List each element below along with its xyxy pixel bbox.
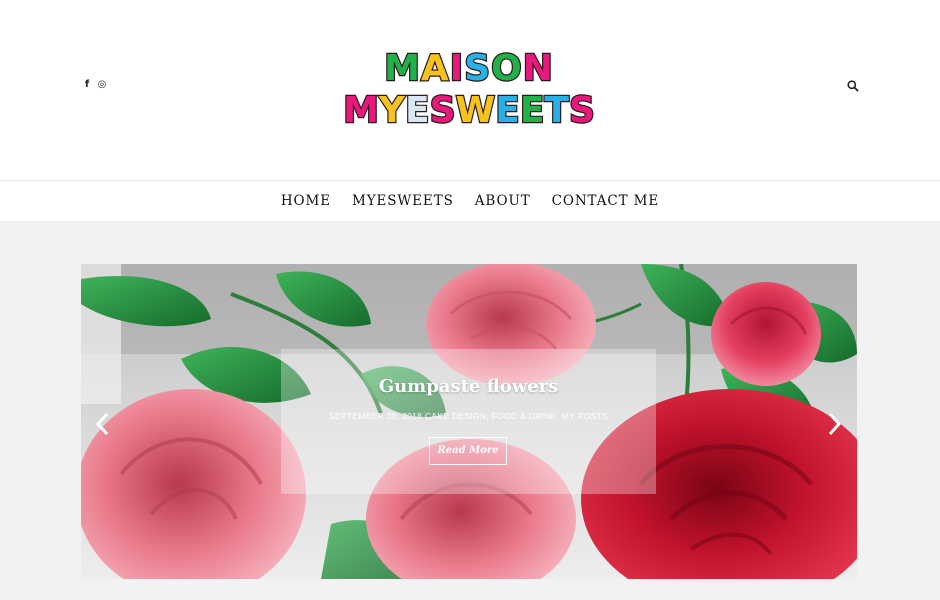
facebook-icon[interactable]: f [83,79,91,91]
instagram-icon[interactable]: ◎ [98,79,107,91]
read-more-button[interactable]: Read More [429,437,507,465]
nav-item-about[interactable]: ABOUT [475,193,531,209]
main-nav: HOME MYESWEETS ABOUT CONTACT ME [0,180,940,222]
slide-caption: Gumpaste flowers SEPTEMBER 30, 2018 CAKE… [281,349,656,494]
chevron-right-icon[interactable] [824,409,846,439]
chevron-left-icon[interactable] [91,409,113,439]
social-links: f ◎ [83,79,107,91]
site-header: f ◎ MAISON MYESWEETS [0,0,940,180]
post-date: SEPTEMBER 30, 2018 [328,411,423,421]
post-title[interactable]: Gumpaste flowers [281,376,656,397]
post-categories[interactable]: CAKE DESIGN, FOOD & DRINK, MY POSTS [425,411,608,421]
nav-item-contact[interactable]: CONTACT ME [552,193,660,209]
search-icon[interactable] [846,79,860,93]
logo-line2: MYESWEETS [343,90,595,128]
nav-item-home[interactable]: HOME [281,193,331,209]
logo-line1: MAISON [384,48,554,89]
site-logo[interactable]: MAISON MYESWEETS [334,42,604,128]
post-meta: SEPTEMBER 30, 2018 CAKE DESIGN, FOOD & D… [281,411,656,421]
nav-item-myesweets[interactable]: MYESWEETS [352,193,454,209]
